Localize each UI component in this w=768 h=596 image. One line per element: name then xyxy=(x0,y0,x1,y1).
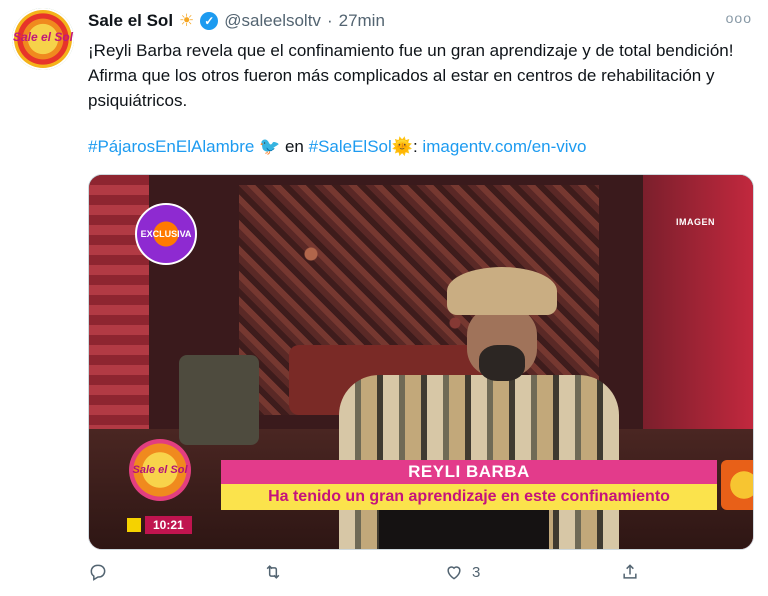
armchair xyxy=(179,355,259,445)
account-handle[interactable]: @saleelsoltv xyxy=(224,11,321,31)
url-link[interactable]: imagentv.com/en-vivo xyxy=(422,137,586,156)
heart-icon xyxy=(447,566,461,580)
show-logo: Sale el Sol xyxy=(129,439,191,501)
joiner-text: en xyxy=(284,137,304,156)
share-button[interactable] xyxy=(620,562,648,582)
reply-icon xyxy=(90,564,106,581)
clock-time: 10:21 xyxy=(145,516,192,534)
avatar-text: Sale el Sol xyxy=(12,30,74,44)
sun-emoji-icon: ☀ xyxy=(179,11,195,30)
clock-marker-icon xyxy=(127,518,141,532)
cowboy-hat xyxy=(447,267,557,315)
hashtag-saleelsol-link[interactable]: #SaleElSol xyxy=(309,137,392,156)
tweet-actions: 3 xyxy=(88,562,688,586)
like-button[interactable]: 3 xyxy=(444,562,480,582)
separator-dot: · xyxy=(326,11,333,30)
lower-third-name: REYLI BARBA xyxy=(221,460,717,484)
tweet-text: ¡Reyli Barba revela que el confinamiento… xyxy=(88,41,734,110)
channel-logo: IMAGEN xyxy=(676,217,715,227)
lower-third: REYLI BARBA Ha tenido un gran aprendizaj… xyxy=(221,460,753,510)
tweet-timestamp[interactable]: 27min xyxy=(339,11,385,31)
account-name[interactable]: Sale el Sol xyxy=(88,11,173,31)
share-icon xyxy=(623,564,637,579)
hashtag-pajaros-link[interactable]: #PájarosEnElAlambre xyxy=(88,137,254,156)
smiley-sun-emoji-icon: 🌞 xyxy=(391,137,413,156)
broadcast-clock: 10:21 xyxy=(127,515,192,535)
exclusive-badge: EXCLUSIVA xyxy=(135,203,197,265)
like-count: 3 xyxy=(472,563,481,581)
colon-text: : xyxy=(412,137,418,156)
tweet-hashtag-line: #PájarosEnElAlambre 🐦 en #SaleElSol🌞: im… xyxy=(88,134,587,159)
person-beard xyxy=(479,345,525,381)
profile-avatar[interactable]: Sale el Sol xyxy=(12,8,74,70)
tweet-media-image[interactable]: EXCLUSIVA IMAGEN Sale el Sol 10:21 REYLI… xyxy=(88,174,754,550)
tweet-header: Sale el Sol ☀ ✓ @saleelsoltv · 27min xyxy=(88,10,385,32)
reply-button[interactable] xyxy=(88,562,116,582)
more-icon[interactable]: ooo xyxy=(726,10,752,26)
retweet-icon xyxy=(266,565,280,579)
verified-badge-icon: ✓ xyxy=(200,12,219,30)
sun-graphic-icon xyxy=(721,460,753,510)
bird-emoji-icon: 🐦 xyxy=(259,137,281,156)
retweet-button[interactable] xyxy=(263,562,291,582)
lower-third-caption: Ha tenido un gran aprendizaje en este co… xyxy=(221,484,717,510)
